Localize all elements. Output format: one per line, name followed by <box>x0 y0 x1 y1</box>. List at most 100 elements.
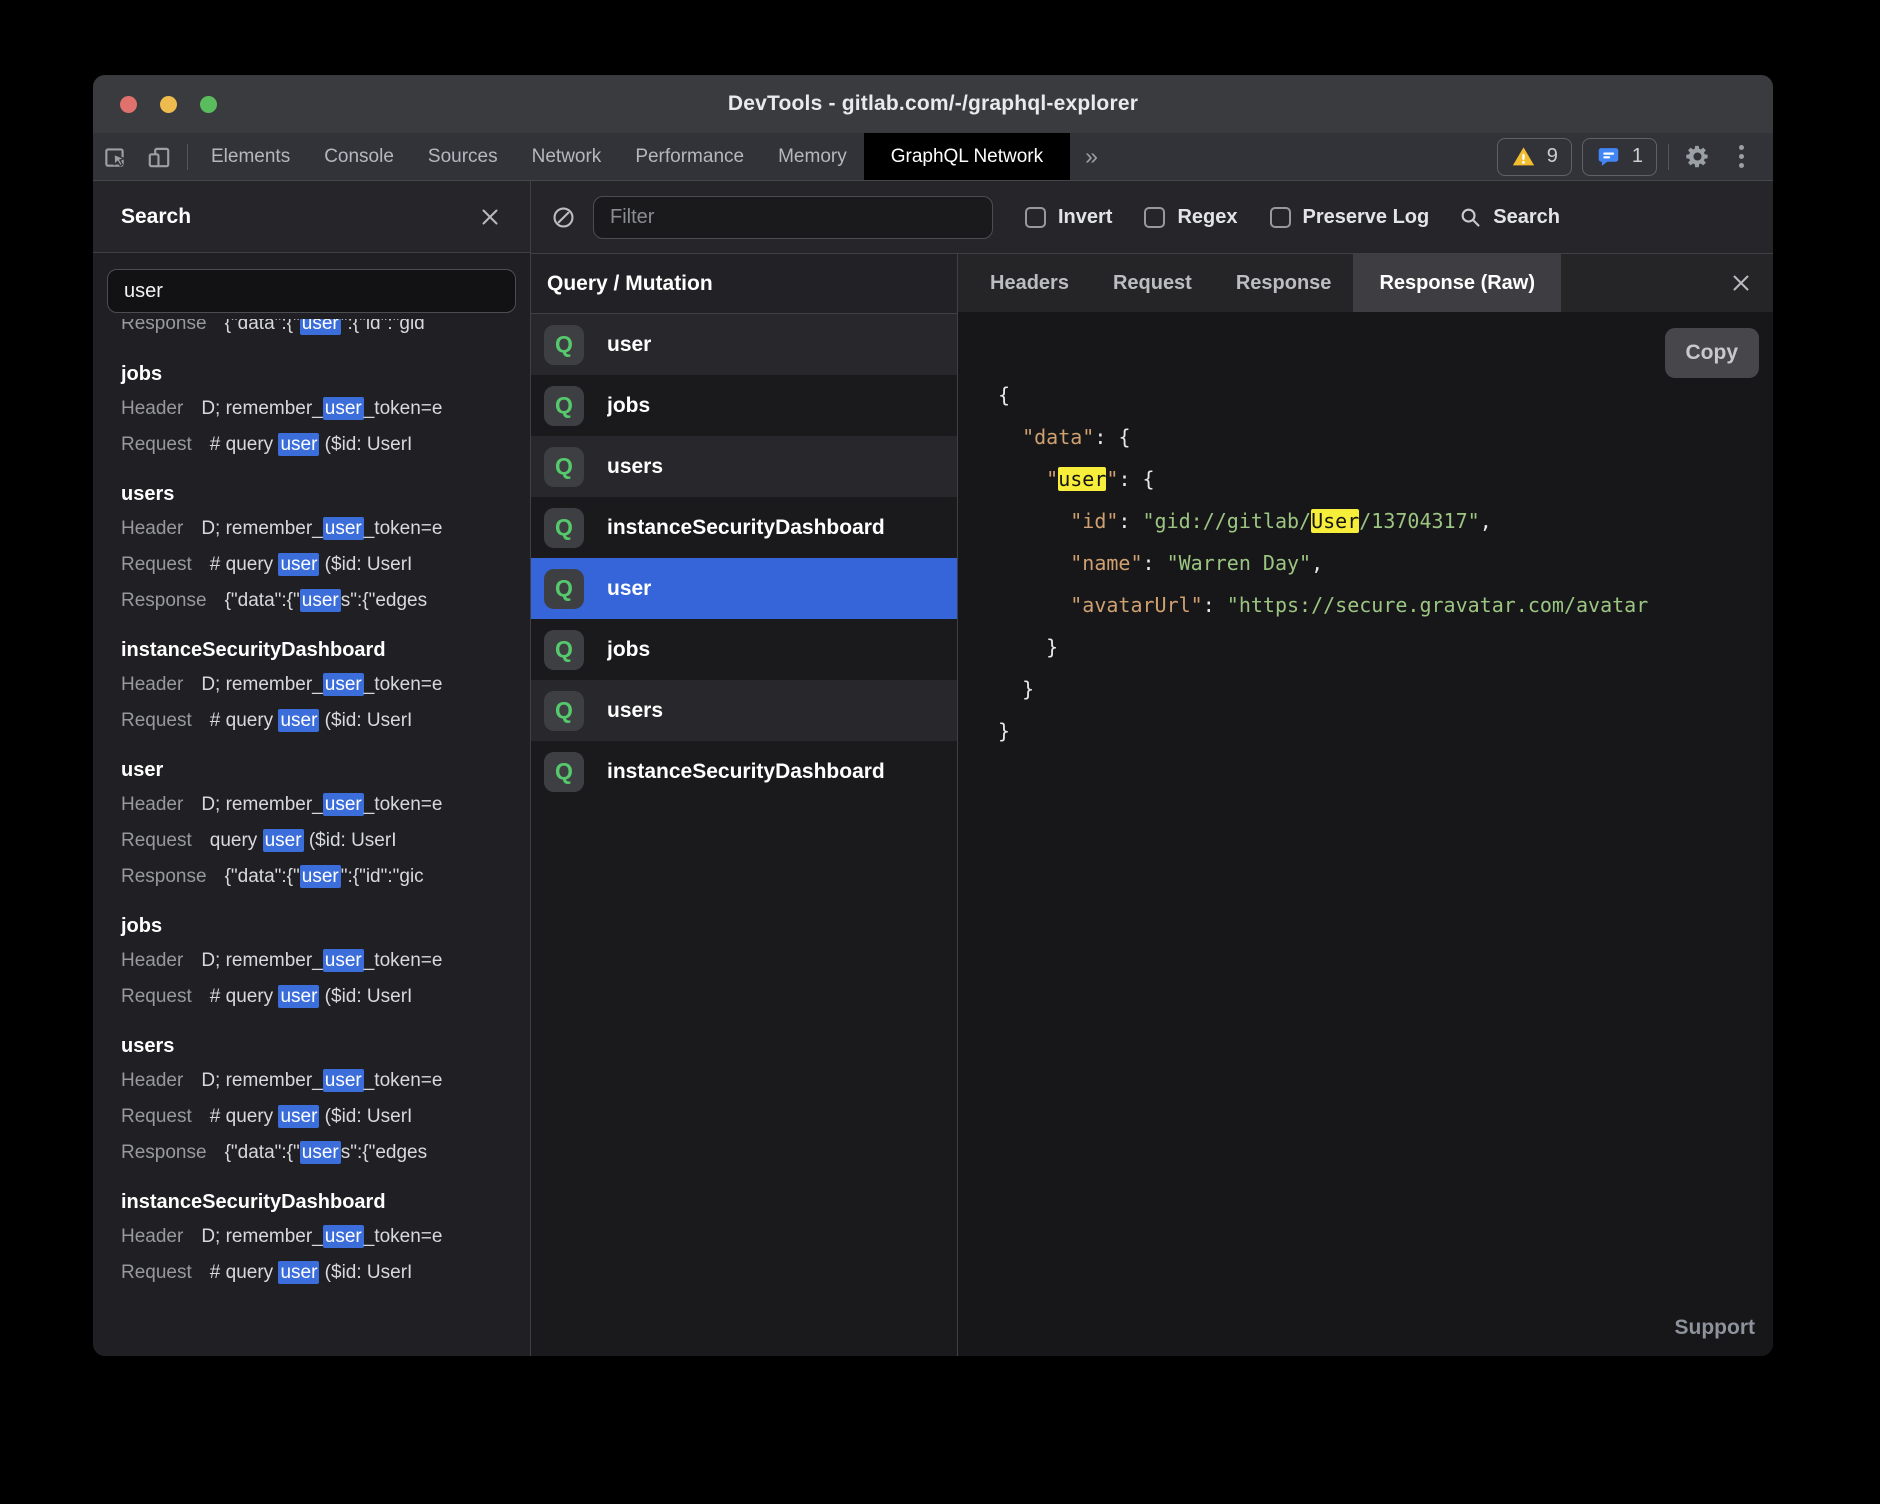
query-item-label: user <box>607 333 651 357</box>
search-panel-title: Search <box>121 205 191 229</box>
json-token <box>998 467 1046 491</box>
close-search-icon[interactable] <box>478 205 502 229</box>
query-item-jobs[interactable]: Qjobs <box>531 375 957 436</box>
json-token: " <box>1046 467 1058 491</box>
inspect-element-icon[interactable] <box>93 133 137 180</box>
query-item-user[interactable]: Quser <box>531 314 957 375</box>
warnings-badge[interactable]: 9 <box>1497 138 1572 176</box>
checkbox-label-invert: Invert <box>1058 206 1112 229</box>
tab-response[interactable]: Response <box>1214 254 1354 312</box>
search-result-line[interactable]: Response{"data":{"user":{"id":"gic <box>107 859 516 895</box>
search-result-line[interactable]: Request# query user ($id: UserI <box>107 1099 516 1135</box>
result-text: ":{"id":"gic <box>341 866 424 887</box>
search-result-title[interactable]: users <box>107 478 516 511</box>
checkbox-preserve-log[interactable]: Preserve Log <box>1270 206 1430 229</box>
filter-input[interactable] <box>593 196 993 239</box>
search-result-title[interactable]: instanceSecurityDashboard <box>107 1186 516 1219</box>
tab-graphql-network[interactable]: GraphQL Network <box>864 133 1070 180</box>
checkbox-regex[interactable]: Regex <box>1144 206 1237 229</box>
issues-badge[interactable]: 1 <box>1582 138 1657 176</box>
message-bubble-icon <box>1596 144 1621 169</box>
tab-response-raw[interactable]: Response (Raw) <box>1353 254 1561 312</box>
query-item-label: users <box>607 455 663 479</box>
tab-headers[interactable]: Headers <box>968 254 1091 312</box>
search-result-title[interactable]: jobs <box>107 358 516 391</box>
device-toolbar-icon[interactable] <box>137 133 181 180</box>
search-result-line[interactable]: HeaderD; remember_user_token=e <box>107 1063 516 1099</box>
more-tabs-chevron-icon[interactable]: » <box>1070 133 1113 180</box>
search-result-line[interactable]: Request# query user ($id: UserI <box>107 427 516 463</box>
search-result-title[interactable]: user <box>107 754 516 787</box>
match-highlight: user <box>278 1105 319 1128</box>
match-highlight: user <box>323 949 364 972</box>
json-token: } <box>998 677 1034 701</box>
menu-dots-icon[interactable] <box>1719 133 1763 180</box>
search-result-line[interactable]: Requestquery user ($id: UserI <box>107 823 516 859</box>
copy-button[interactable]: Copy <box>1665 328 1760 378</box>
search-result-line[interactable]: HeaderD; remember_user_token=e <box>107 943 516 979</box>
search-result-line[interactable]: Response{"data":{"user":{"id":"gid <box>107 319 516 342</box>
result-line-label: Request <box>121 434 192 455</box>
close-window-button[interactable] <box>120 96 137 113</box>
match-highlight: user <box>300 319 341 335</box>
query-type-badge: Q <box>544 447 584 487</box>
query-item-jobs[interactable]: Qjobs <box>531 619 957 680</box>
checkbox-label-preserve-log: Preserve Log <box>1303 206 1430 229</box>
search-result-line[interactable]: HeaderD; remember_user_token=e <box>107 1219 516 1255</box>
devtools-window: DevTools - gitlab.com/-/graphql-explorer… <box>93 75 1773 1356</box>
zoom-window-button[interactable] <box>200 96 217 113</box>
json-token: "gid://gitlab/ <box>1143 509 1312 533</box>
search-result-line[interactable]: Response{"data":{"users":{"edges <box>107 1135 516 1171</box>
query-item-user[interactable]: Quser <box>531 558 957 619</box>
json-line: "data": { <box>998 416 1773 458</box>
search-toggle[interactable]: Search <box>1459 206 1560 229</box>
search-result-line[interactable]: HeaderD; remember_user_token=e <box>107 667 516 703</box>
result-text: _token=e <box>364 950 443 971</box>
result-line-label: Header <box>121 518 183 539</box>
minimize-window-button[interactable] <box>160 96 177 113</box>
search-result-line[interactable]: Response{"data":{"users":{"edges <box>107 583 516 619</box>
query-item-users[interactable]: Qusers <box>531 680 957 741</box>
match-highlight: user <box>278 433 319 456</box>
clear-block-icon[interactable] <box>551 205 576 230</box>
settings-gear-icon[interactable] <box>1675 133 1719 180</box>
search-result-line[interactable]: Request# query user ($id: UserI <box>107 1255 516 1291</box>
tab-performance[interactable]: Performance <box>618 133 761 180</box>
search-result-section: userHeaderD; remember_user_token=eReques… <box>107 754 516 895</box>
search-result-line[interactable]: HeaderD; remember_user_token=e <box>107 787 516 823</box>
result-text: _token=e <box>364 1226 443 1247</box>
close-detail-icon[interactable] <box>1729 271 1773 295</box>
search-result-line[interactable]: Request# query user ($id: UserI <box>107 547 516 583</box>
json-token <box>998 593 1070 617</box>
query-item-instancesecuritydashboard[interactable]: QinstanceSecurityDashboard <box>531 497 957 558</box>
search-result-line[interactable]: HeaderD; remember_user_token=e <box>107 391 516 427</box>
search-result-line[interactable]: Request# query user ($id: UserI <box>107 979 516 1015</box>
search-result-title[interactable]: instanceSecurityDashboard <box>107 634 516 667</box>
search-result-title[interactable]: users <box>107 1030 516 1063</box>
search-results-scroll[interactable]: Response{"data":{"user":{"id":"gid jobsH… <box>93 253 530 1356</box>
search-result-section: instanceSecurityDashboardHeaderD; rememb… <box>107 634 516 739</box>
result-text: # query <box>210 1106 279 1127</box>
support-link[interactable]: Support <box>1675 1316 1755 1340</box>
search-result-line[interactable]: Request# query user ($id: UserI <box>107 703 516 739</box>
match-highlight: user <box>300 1141 341 1164</box>
query-item-instancesecuritydashboard[interactable]: QinstanceSecurityDashboard <box>531 741 957 802</box>
titlebar: DevTools - gitlab.com/-/graphql-explorer <box>93 75 1773 133</box>
tab-console[interactable]: Console <box>307 133 411 180</box>
tab-request[interactable]: Request <box>1091 254 1214 312</box>
tab-network[interactable]: Network <box>515 133 619 180</box>
search-result-title[interactable]: jobs <box>107 910 516 943</box>
json-token: : <box>1118 467 1142 491</box>
json-token: } <box>998 719 1010 743</box>
search-result-line[interactable]: HeaderD; remember_user_token=e <box>107 511 516 547</box>
search-input[interactable] <box>107 269 516 313</box>
result-text: D; remember_ <box>201 950 322 971</box>
query-item-users[interactable]: Qusers <box>531 436 957 497</box>
checkbox-invert[interactable]: Invert <box>1025 206 1112 229</box>
tab-sources[interactable]: Sources <box>411 133 515 180</box>
tab-memory[interactable]: Memory <box>761 133 864 180</box>
json-token: , <box>1311 551 1323 575</box>
tab-elements[interactable]: Elements <box>194 133 307 180</box>
result-text: # query <box>210 554 279 575</box>
result-line-label: Response <box>121 590 207 611</box>
